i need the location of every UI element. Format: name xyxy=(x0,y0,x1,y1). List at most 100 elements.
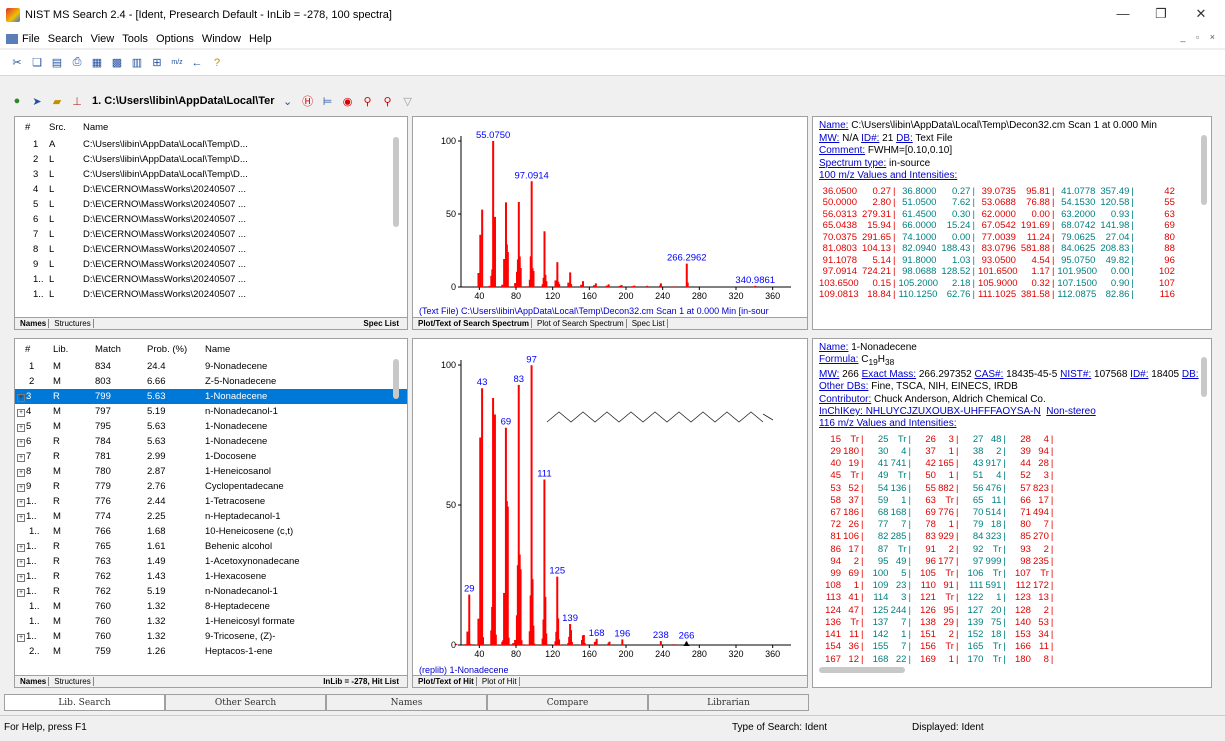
mdi-controls-icon[interactable]: _ ▫ × xyxy=(1181,32,1219,42)
tab-librarian[interactable]: Librarian xyxy=(648,694,809,711)
paste-icon[interactable]: ▤ xyxy=(48,55,66,71)
hit-list-row[interactable]: +1.. R 776 2.44 1-Tetracosene xyxy=(15,494,407,509)
tab-names[interactable]: Names xyxy=(326,694,487,711)
spec-list-row[interactable]: 9 L D:\E\CERNO\MassWorks\20240507 ... xyxy=(15,257,407,272)
zoom-in-icon[interactable]: ⚲ xyxy=(359,93,377,109)
menu-options[interactable]: Options xyxy=(156,33,194,45)
expand-icon[interactable]: + xyxy=(17,424,25,432)
name-label[interactable]: Name: xyxy=(819,120,848,131)
search-target-icon[interactable]: ◉ xyxy=(339,93,357,109)
back-arrow-icon[interactable]: ← xyxy=(188,55,206,71)
menu-help[interactable]: Help xyxy=(249,33,272,45)
hit-list-row[interactable]: 2 M 803 6.66 Z-5-Nonadecene xyxy=(15,374,407,389)
open-file-icon[interactable]: ▰ xyxy=(48,93,66,109)
hit-text-hscrollbar[interactable] xyxy=(819,667,905,673)
file-combo[interactable]: 1. C:\Users\libin\AppData\Local\Ter xyxy=(92,95,275,107)
id-label[interactable]: ID#: xyxy=(861,133,879,144)
spec-list-row[interactable]: 7 L D:\E\CERNO\MassWorks\20240507 ... xyxy=(15,227,407,242)
hit-list-row[interactable]: +1.. R 765 1.61 Behenic alcohol xyxy=(15,539,407,554)
document-icon[interactable] xyxy=(6,34,18,44)
copy-icon[interactable]: ❏ xyxy=(28,55,46,71)
hit-list-row[interactable]: +7 R 781 2.99 1-Docosene xyxy=(15,449,407,464)
minimize-icon[interactable]: — xyxy=(1108,6,1138,21)
spec-list-row[interactable]: 5 L D:\E\CERNO\MassWorks\20240507 ... xyxy=(15,197,407,212)
expand-icon[interactable]: + xyxy=(17,574,25,582)
menu-file[interactable]: File xyxy=(22,33,40,45)
tree-icon[interactable]: ⊨ xyxy=(319,93,337,109)
spec-list-row[interactable]: 3 L C:\Users\libin\AppData\Local\Temp\D... xyxy=(15,167,407,182)
tab-plot-text-hit[interactable]: Plot/Text of Hit xyxy=(416,677,477,686)
tab-plot-text-search[interactable]: Plot/Text of Search Spectrum xyxy=(416,319,532,328)
tab-plot-search[interactable]: Plot of Search Spectrum xyxy=(535,319,627,328)
print-icon[interactable]: ⎙ xyxy=(68,55,86,71)
grid-icon[interactable]: ⊞ xyxy=(148,55,166,71)
search-text-scrollbar[interactable] xyxy=(1201,135,1207,205)
structure-icon[interactable]: ▩ xyxy=(108,55,126,71)
filter-icon[interactable]: ▽ xyxy=(399,93,417,109)
expand-icon[interactable]: + xyxy=(17,589,25,597)
col-match[interactable]: Match xyxy=(93,339,145,359)
col-number[interactable]: # xyxy=(15,117,47,137)
pin-icon[interactable]: ⊥ xyxy=(68,93,86,109)
tab-compare[interactable]: Compare xyxy=(487,694,648,711)
col-name[interactable]: Name xyxy=(81,117,407,137)
chevron-down-icon[interactable]: ⌄ xyxy=(279,93,297,109)
db-label[interactable]: DB: xyxy=(1182,369,1199,380)
expand-icon[interactable]: + xyxy=(17,634,25,642)
expand-icon[interactable]: + xyxy=(17,439,25,447)
cas-label[interactable]: CAS#: xyxy=(974,369,1003,380)
hit-list-row[interactable]: +1.. M 774 2.25 n-Heptadecanol-1 xyxy=(15,509,407,524)
spec-list-row[interactable]: 8 L D:\E\CERNO\MassWorks\20240507 ... xyxy=(15,242,407,257)
expand-icon[interactable]: + xyxy=(17,409,25,417)
hit-list-row[interactable]: 1 M 834 24.4 9-Nonadecene xyxy=(15,359,407,374)
spectrum-type-label[interactable]: Spectrum type: xyxy=(819,158,886,169)
expand-icon[interactable]: + xyxy=(17,559,25,567)
hit-list-row[interactable]: +9 R 779 2.76 Cyclopentadecane xyxy=(15,479,407,494)
hit-list-scrollbar[interactable] xyxy=(393,359,399,399)
go-icon[interactable]: ● xyxy=(8,93,26,109)
menu-tools[interactable]: Tools xyxy=(122,33,148,45)
menu-view[interactable]: View xyxy=(91,33,115,45)
hit-list-row[interactable]: +6 R 784 5.63 1-Nonadecene xyxy=(15,434,407,449)
expand-icon[interactable]: + xyxy=(17,394,25,402)
name-label[interactable]: Name: xyxy=(819,342,848,353)
inchikey-label[interactable]: InChIKey: xyxy=(819,406,863,417)
tile-icon[interactable]: ▥ xyxy=(128,55,146,71)
spec-list-row[interactable]: 6 L D:\E\CERNO\MassWorks\20240507 ... xyxy=(15,212,407,227)
hit-list-row[interactable]: +1.. R 763 1.49 1-Acetoxynonadecane xyxy=(15,554,407,569)
spec-list-row[interactable]: 1.. L D:\E\CERNO\MassWorks\20240507 ... xyxy=(15,287,407,302)
hit-list-row[interactable]: +4 M 797 5.19 n-Nonadecanol-1 xyxy=(15,404,407,419)
hit-list-row[interactable]: +1.. R 762 1.43 1-Hexacosene xyxy=(15,569,407,584)
comment-label[interactable]: Comment: xyxy=(819,145,865,156)
mw-label[interactable]: MW: xyxy=(819,369,839,380)
spec-list-row[interactable]: 1.. L D:\E\CERNO\MassWorks\20240507 ... xyxy=(15,272,407,287)
search-spectrum-plot[interactable]: 100 50 0 40 80 120 160 200 240 280 320 360 55.0750 97… xyxy=(413,117,807,307)
other-dbs-label[interactable]: Other DBs: xyxy=(819,381,868,392)
col-lib[interactable]: Lib. xyxy=(51,339,93,359)
hit-list-row[interactable]: 1.. M 766 1.68 10-Heneicosene (c,t) xyxy=(15,524,407,539)
tab-other-search[interactable]: Other Search xyxy=(165,694,326,711)
tab-lib-search[interactable]: Lib. Search xyxy=(4,694,165,711)
library-icon[interactable]: ▦ xyxy=(88,55,106,71)
zoom-out-icon[interactable]: ⚲ xyxy=(379,93,397,109)
tab-names[interactable]: Names xyxy=(18,319,50,328)
non-stereo-link[interactable]: Non-stereo xyxy=(1046,406,1095,417)
tab-structures[interactable]: Structures xyxy=(52,677,94,686)
hit-spectrum-plot[interactable]: 100 50 0 40 80 120 160 200 240 280 320 360 29 43 69 839… xyxy=(413,339,807,665)
inchikey-value[interactable]: NHLUYCJZUXOUBX-UHFFFAOYSA-N xyxy=(863,406,1041,417)
restore-icon[interactable]: ❐ xyxy=(1146,6,1176,22)
expand-icon[interactable]: + xyxy=(17,514,25,522)
formula-label[interactable]: Formula: xyxy=(819,354,858,365)
menu-window[interactable]: Window xyxy=(202,33,241,45)
col-name[interactable]: Name xyxy=(203,339,407,359)
mz-icon[interactable]: m/z xyxy=(168,55,186,71)
id-label[interactable]: ID#: xyxy=(1130,369,1148,380)
expand-icon[interactable]: + xyxy=(17,469,25,477)
col-prob[interactable]: Prob. (%) xyxy=(145,339,203,359)
nist-label[interactable]: NIST#: xyxy=(1060,369,1091,380)
cut-icon[interactable]: ✂ xyxy=(8,55,26,71)
hit-text-scrollbar[interactable] xyxy=(1201,357,1207,397)
hit-list-row[interactable]: 1.. M 760 1.32 8-Heptadecene xyxy=(15,599,407,614)
tab-structures[interactable]: Structures xyxy=(52,319,94,328)
hit-list-row[interactable]: +1.. R 762 5.19 n-Nonadecanol-1 xyxy=(15,584,407,599)
